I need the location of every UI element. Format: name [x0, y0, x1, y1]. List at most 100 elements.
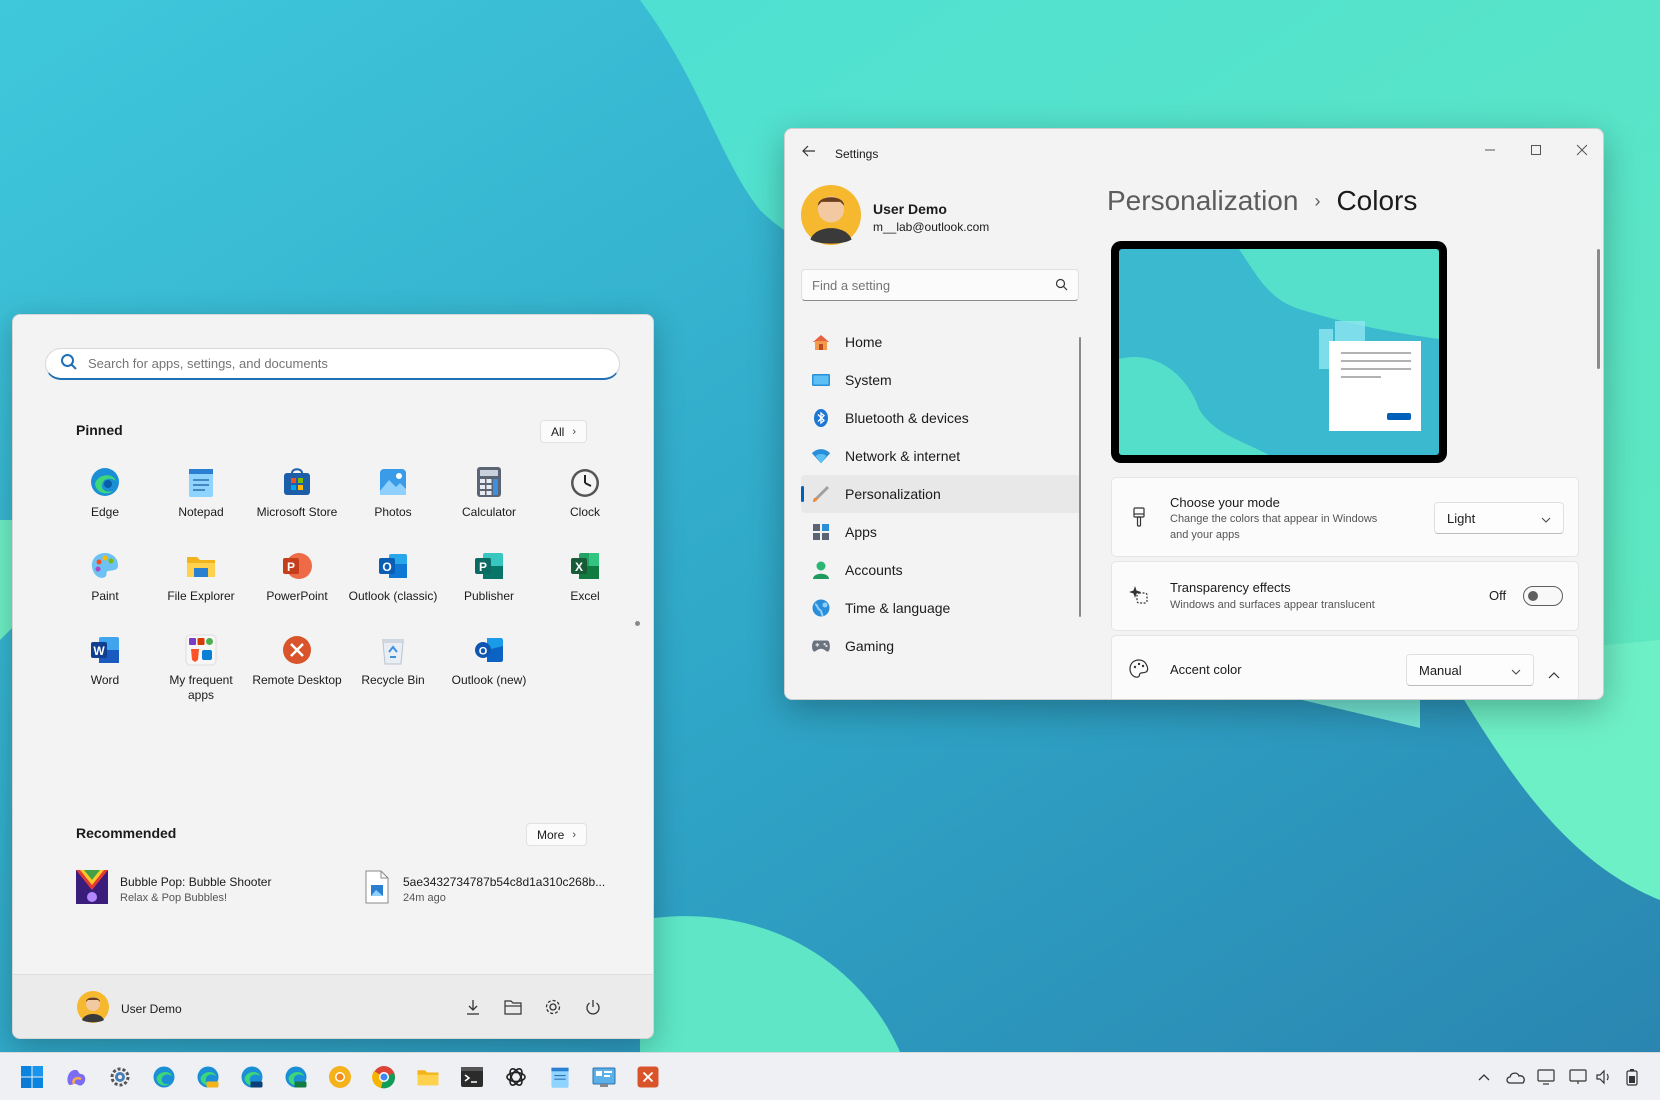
pinned-app-publisher[interactable]: P Publisher: [441, 547, 537, 631]
app-label: Word: [90, 673, 120, 687]
start-menu: Pinned All › Edge Notepad Microsoft Stor…: [12, 314, 654, 1039]
notepad-icon[interactable]: [546, 1063, 574, 1091]
chatgpt-icon[interactable]: [502, 1063, 530, 1091]
onedrive-icon[interactable]: [1506, 1067, 1526, 1087]
pinned-app-paint[interactable]: Paint: [57, 547, 153, 631]
all-apps-button[interactable]: All ›: [540, 420, 588, 443]
pinned-app-powerpoint[interactable]: P PowerPoint: [249, 547, 345, 631]
chevron-up-icon[interactable]: [1548, 664, 1560, 683]
edge-icon[interactable]: [150, 1063, 178, 1091]
mode-dropdown-value: Light: [1447, 510, 1476, 526]
battery-icon[interactable]: [1622, 1067, 1642, 1087]
avatar: [801, 185, 861, 249]
notepad-icon: [184, 465, 218, 499]
nav-item-accounts[interactable]: Accounts: [801, 551, 1081, 589]
pinned-app-my-frequent-apps[interactable]: My frequent apps: [153, 631, 249, 715]
download-icon[interactable]: [463, 997, 483, 1017]
transparency-state: Off: [1489, 588, 1507, 603]
chrome-icon[interactable]: [370, 1063, 398, 1091]
settings-nav: Home System Bluetooth & devices Network …: [801, 323, 1081, 665]
remote-desktop-icon[interactable]: [634, 1063, 662, 1091]
pinned-app-word[interactable]: W Word: [57, 631, 153, 715]
pinned-app-outlook-new[interactable]: O Outlook (new): [441, 631, 537, 715]
recommended-title: Recommended: [76, 825, 177, 841]
power-icon[interactable]: [583, 997, 603, 1017]
powerpoint-icon: P: [280, 549, 314, 583]
app-label: Notepad: [178, 505, 224, 519]
nav-item-bluetooth[interactable]: Bluetooth & devices: [801, 399, 1081, 437]
terminal-icon[interactable]: [458, 1063, 486, 1091]
profile-card[interactable]: User Demo m__lab@outlook.com: [801, 185, 989, 249]
pinned-app-recycle-bin[interactable]: Recycle Bin: [345, 631, 441, 715]
pinned-app-notepad[interactable]: Notepad: [153, 463, 249, 547]
transparency-toggle[interactable]: [1523, 586, 1563, 606]
pinned-app-file-explorer[interactable]: File Explorer: [153, 547, 249, 631]
start-search-box[interactable]: [45, 348, 620, 380]
nav-label: Bluetooth & devices: [845, 410, 969, 426]
close-icon[interactable]: [1559, 135, 1603, 165]
app-label: Outlook (classic): [348, 589, 438, 603]
page-indicator-dot[interactable]: [635, 621, 640, 626]
pinned-app-microsoft-store[interactable]: Microsoft Store: [249, 463, 345, 547]
pinned-app-remote-desktop[interactable]: Remote Desktop: [249, 631, 345, 715]
pinned-app-calculator[interactable]: Calculator: [441, 463, 537, 547]
maximize-icon[interactable]: [1513, 135, 1559, 165]
settings-gear-icon[interactable]: [543, 997, 563, 1017]
accounts-icon: [811, 560, 831, 580]
remote-desktop-icon: [280, 633, 314, 667]
edge-dev-icon[interactable]: [282, 1063, 310, 1091]
network-icon[interactable]: [1568, 1067, 1588, 1087]
start-search-input[interactable]: [88, 356, 568, 371]
image-file-icon: [363, 870, 391, 908]
pinned-app-photos[interactable]: Photos: [345, 463, 441, 547]
mode-dropdown[interactable]: Light: [1434, 502, 1564, 534]
nav-label: Apps: [845, 524, 877, 540]
nav-scrollbar[interactable]: [1079, 337, 1081, 617]
svg-text:P: P: [287, 560, 295, 574]
nav-item-home[interactable]: Home: [801, 323, 1081, 361]
more-button[interactable]: More ›: [526, 823, 588, 846]
game-icon: [76, 870, 108, 908]
find-setting-input[interactable]: [812, 277, 1032, 293]
windows-start-icon[interactable]: [18, 1063, 46, 1091]
recommended-item-bubble-pop[interactable]: Bubble Pop: Bubble Shooter Relax & Pop B…: [76, 870, 271, 908]
back-arrow-icon[interactable]: [801, 143, 817, 163]
page-title: Colors: [1336, 185, 1418, 216]
palette-icon: [1128, 658, 1150, 680]
find-setting-box[interactable]: [801, 269, 1079, 301]
pinned-app-clock[interactable]: Clock: [537, 463, 633, 547]
start-user-button[interactable]: User Demo: [77, 991, 182, 1026]
recommended-item-image-file[interactable]: 5ae3432734787b54c8d1a310c268b... 24m ago: [363, 870, 605, 908]
nav-item-network[interactable]: Network & internet: [801, 437, 1081, 475]
chevron-up-icon[interactable]: [1474, 1067, 1494, 1087]
input-language-icon[interactable]: [1536, 1067, 1556, 1087]
nav-label: Time & language: [845, 600, 951, 616]
pinned-app-edge[interactable]: Edge: [57, 463, 153, 547]
pinned-app-excel[interactable]: X Excel: [537, 547, 633, 631]
folder-icon[interactable]: [414, 1063, 442, 1091]
bluetooth-icon: [811, 408, 831, 428]
edge-canary-icon[interactable]: [194, 1063, 222, 1091]
wifi-icon: [811, 446, 831, 466]
minimize-icon[interactable]: [1467, 135, 1513, 165]
file-explorer-icon[interactable]: [503, 997, 523, 1017]
nav-item-personalization[interactable]: Personalization: [801, 475, 1081, 513]
nav-item-system[interactable]: System: [801, 361, 1081, 399]
app-label: Clock: [569, 505, 600, 519]
content-scrollbar[interactable]: [1597, 249, 1600, 369]
chrome-canary-icon[interactable]: [326, 1063, 354, 1091]
app-label: Edge: [90, 505, 120, 519]
volume-icon[interactable]: [1594, 1067, 1614, 1087]
nav-item-time-language[interactable]: Time & language: [801, 589, 1081, 627]
pinned-app-outlook-classic[interactable]: O Outlook (classic): [345, 547, 441, 631]
settings-gear-icon[interactable]: [106, 1063, 134, 1091]
nav-item-gaming[interactable]: Gaming: [801, 627, 1081, 665]
accent-color-dropdown[interactable]: Manual: [1406, 654, 1534, 686]
nav-item-apps[interactable]: Apps: [801, 513, 1081, 551]
control-panel-icon[interactable]: [590, 1063, 618, 1091]
breadcrumb-parent[interactable]: Personalization: [1107, 185, 1298, 217]
edge-beta-icon[interactable]: [238, 1063, 266, 1091]
settings-titlebar: Settings: [785, 129, 1603, 173]
mode-description-line2: and your apps: [1170, 529, 1240, 541]
copilot-icon[interactable]: [62, 1063, 90, 1091]
